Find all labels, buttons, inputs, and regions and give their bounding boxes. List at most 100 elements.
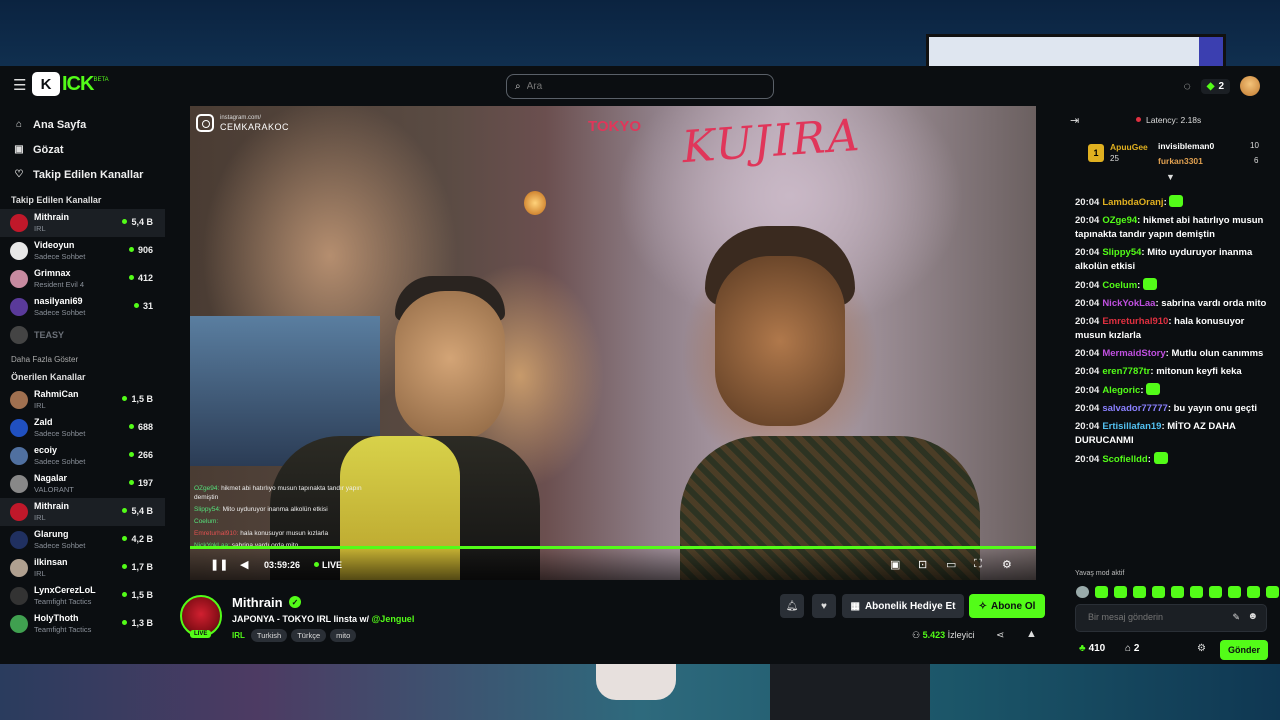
chat-username[interactable]: Emreturhal910 [1102, 316, 1168, 327]
chat-username[interactable]: MermaidStory [1102, 348, 1165, 359]
leaderboard-third-name[interactable]: furkan3301 [1158, 156, 1203, 166]
gift-subscription-button[interactable]: ▦ Abonelik Hediye Et [842, 594, 964, 618]
live-indicator[interactable]: LIVE [314, 560, 342, 570]
emoji-icon[interactable]: ☻ [1247, 611, 1258, 622]
channel-name: Zald [34, 417, 53, 427]
chat-username[interactable]: OZge94 [1102, 215, 1137, 226]
emote-icon[interactable] [1076, 586, 1089, 598]
search-box[interactable]: ⌕ [506, 74, 774, 99]
chat-username[interactable]: eren7787tr [1102, 366, 1150, 377]
sidebar-channel[interactable]: Videoyun Sadece Sohbet 906 [0, 237, 165, 265]
chat-username[interactable]: Coelum [1102, 280, 1137, 291]
miniplayer-icon[interactable]: ▣ [890, 558, 900, 571]
emote-icon[interactable] [1095, 586, 1108, 598]
sidebar-channel[interactable]: HolyThoth Teamfight Tactics 1,3 B [0, 610, 165, 638]
sidebar-channel[interactable]: Grimnax Resident Evil 4 412 [0, 265, 165, 293]
sidebar-channel[interactable]: nasilyani69 Sadece Sohbet 31 [0, 293, 165, 321]
show-more-link[interactable]: Daha Fazla Göster [0, 355, 165, 364]
channel-info: Mithrain IRL [34, 212, 69, 234]
emote-icon[interactable] [1171, 586, 1184, 598]
leaderboard-first-name[interactable]: ApuuGee [1110, 142, 1148, 152]
send-button[interactable]: Gönder [1220, 640, 1268, 660]
overlay-chat-text: Mito uyduruyor inanma alkolün etkisi [222, 506, 328, 513]
tag-chip[interactable]: mito [330, 629, 357, 642]
stream-title-mention[interactable]: @Jenguel [372, 614, 415, 624]
channel-name[interactable]: Mithrain [232, 595, 283, 610]
channel-avatar [10, 326, 28, 344]
sidebar-channel[interactable]: Mithrain IRL 5,4 B [0, 498, 165, 526]
progress-bar[interactable] [190, 546, 1036, 549]
sidebar-channel[interactable]: TEASY [0, 321, 165, 349]
chat-username[interactable]: Scofielldd [1102, 454, 1147, 465]
emote-icon[interactable] [1152, 586, 1165, 598]
sidebar-channel[interactable]: Glarung Sadece Sohbet 4,2 B [0, 526, 165, 554]
chat-input-box[interactable]: ✎ ☻ [1075, 604, 1267, 632]
sidebar-channel[interactable]: Zald Sadece Sohbet 688 [0, 414, 165, 442]
nav-item-heart[interactable]: ♡ Takip Edilen Kanallar [0, 162, 165, 187]
report-warning-icon[interactable]: ▲ [1026, 628, 1037, 640]
video-player[interactable]: TOKYO KUJIRA instagram.com/CEMKARAKOC OZ… [190, 106, 1036, 580]
chat-timestamp: 20:04 [1075, 298, 1100, 309]
subscribe-button[interactable]: ✧ Abone Ol [969, 594, 1045, 618]
channel-avatar [10, 242, 28, 260]
coins-badge[interactable]: ◆ 2 [1200, 78, 1230, 94]
chat-username[interactable]: NickYokLaa [1102, 298, 1155, 309]
channel-category: Sadece Sohbet [34, 429, 86, 438]
gift-leaderboard: 1 ApuuGee 25 invisibleman0 10 furkan3301… [1070, 136, 1272, 170]
bell-icon: 🔔︎ [785, 600, 799, 612]
nav-item-browse[interactable]: ▣ Gözat [0, 137, 165, 162]
channel-points[interactable]: ♣ 410 [1079, 643, 1105, 654]
sidebar-channel[interactable]: Nagalar VALORANT 197 [0, 470, 165, 498]
volume-icon[interactable]: ◀ [240, 558, 248, 571]
kick-logo[interactable]: K ICK BETA [32, 71, 109, 97]
emote-icon[interactable] [1247, 586, 1260, 598]
hamburger-menu-icon[interactable]: ☰ [13, 78, 27, 94]
sidebar-channel[interactable]: ilkinsan IRL 1,7 B [0, 554, 165, 582]
chat-username[interactable]: Slippy54 [1102, 247, 1141, 258]
chat-username[interactable]: LambdaOranj [1102, 197, 1163, 208]
chat-username[interactable]: Ertisillafan19 [1102, 421, 1161, 432]
emote-icon[interactable] [1114, 586, 1127, 598]
chat-username[interactable]: salvador77777 [1102, 403, 1168, 414]
category-link[interactable]: IRL [232, 631, 245, 640]
pause-icon[interactable]: ❚❚ [210, 558, 228, 571]
chat-message: 20:04 Slippy54: Mito uyduruyor inanma alk… [1075, 247, 1253, 272]
chat-message: 20:04 LambdaOranj: [1075, 195, 1267, 210]
overlay-chat-user: Emreturhal910: [194, 530, 239, 537]
nav-item-home[interactable]: ⌂ Ana Sayfa [0, 112, 165, 137]
sidebar-channel[interactable]: Mithrain IRL 5,4 B [0, 209, 165, 237]
chat-input[interactable] [1088, 612, 1228, 622]
clip-icon[interactable]: ⊡ [918, 558, 927, 571]
fullscreen-icon[interactable]: ⛶ [974, 558, 982, 571]
leaderboard-second-name[interactable]: invisibleman0 [1158, 141, 1214, 151]
chat-settings-icon[interactable]: ⚙ [1197, 643, 1206, 654]
sidebar-channel[interactable]: ecoiy Sadece Sohbet 266 [0, 442, 165, 470]
emote-icon[interactable] [1133, 586, 1146, 598]
sidebar-channel[interactable]: LynxCerezLoL Teamfight Tactics 1,5 B [0, 582, 165, 610]
chat-message: 20:04 Coelum: [1075, 278, 1267, 293]
share-icon[interactable]: ⋖ [996, 630, 1004, 641]
user-avatar[interactable] [1240, 76, 1260, 96]
overlay-chat-line: Emreturhal910: hala konusuyor musun kızl… [194, 529, 374, 538]
collapse-chat-icon[interactable]: ⇥ [1070, 114, 1079, 127]
coins-count: 2 [1218, 80, 1224, 92]
tag-chip[interactable]: Turkish [250, 629, 288, 642]
settings-gear-icon[interactable]: ⚙ [1002, 558, 1012, 571]
chat-bubble-icon[interactable]: ◌ [1184, 79, 1191, 93]
emote-icon[interactable] [1228, 586, 1241, 598]
expand-chevron-icon[interactable]: ▼ [1166, 172, 1175, 182]
emote-icon[interactable] [1190, 586, 1203, 598]
emote-icon[interactable] [1209, 586, 1222, 598]
chat-message: 20:04 Emreturhal910: hala konusuyor musun… [1075, 316, 1245, 341]
chat-username[interactable]: Alegoric [1102, 385, 1140, 396]
follow-heart-button[interactable]: ♥ [812, 594, 836, 618]
chat-users[interactable]: ⌂ 2 [1125, 643, 1139, 654]
sidebar-channel[interactable]: RahmiCan IRL 1,5 B [0, 386, 165, 414]
notification-bell-button[interactable]: 🔔︎ [780, 594, 804, 618]
emote-icon[interactable] [1266, 586, 1279, 598]
theater-mode-icon[interactable]: ▭ [946, 558, 956, 571]
commands-icon[interactable]: ✎ [1232, 612, 1240, 623]
tag-chip[interactable]: Türkçe [291, 629, 327, 642]
search-input[interactable] [526, 81, 747, 92]
channel-category: Resident Evil 4 [34, 280, 85, 289]
